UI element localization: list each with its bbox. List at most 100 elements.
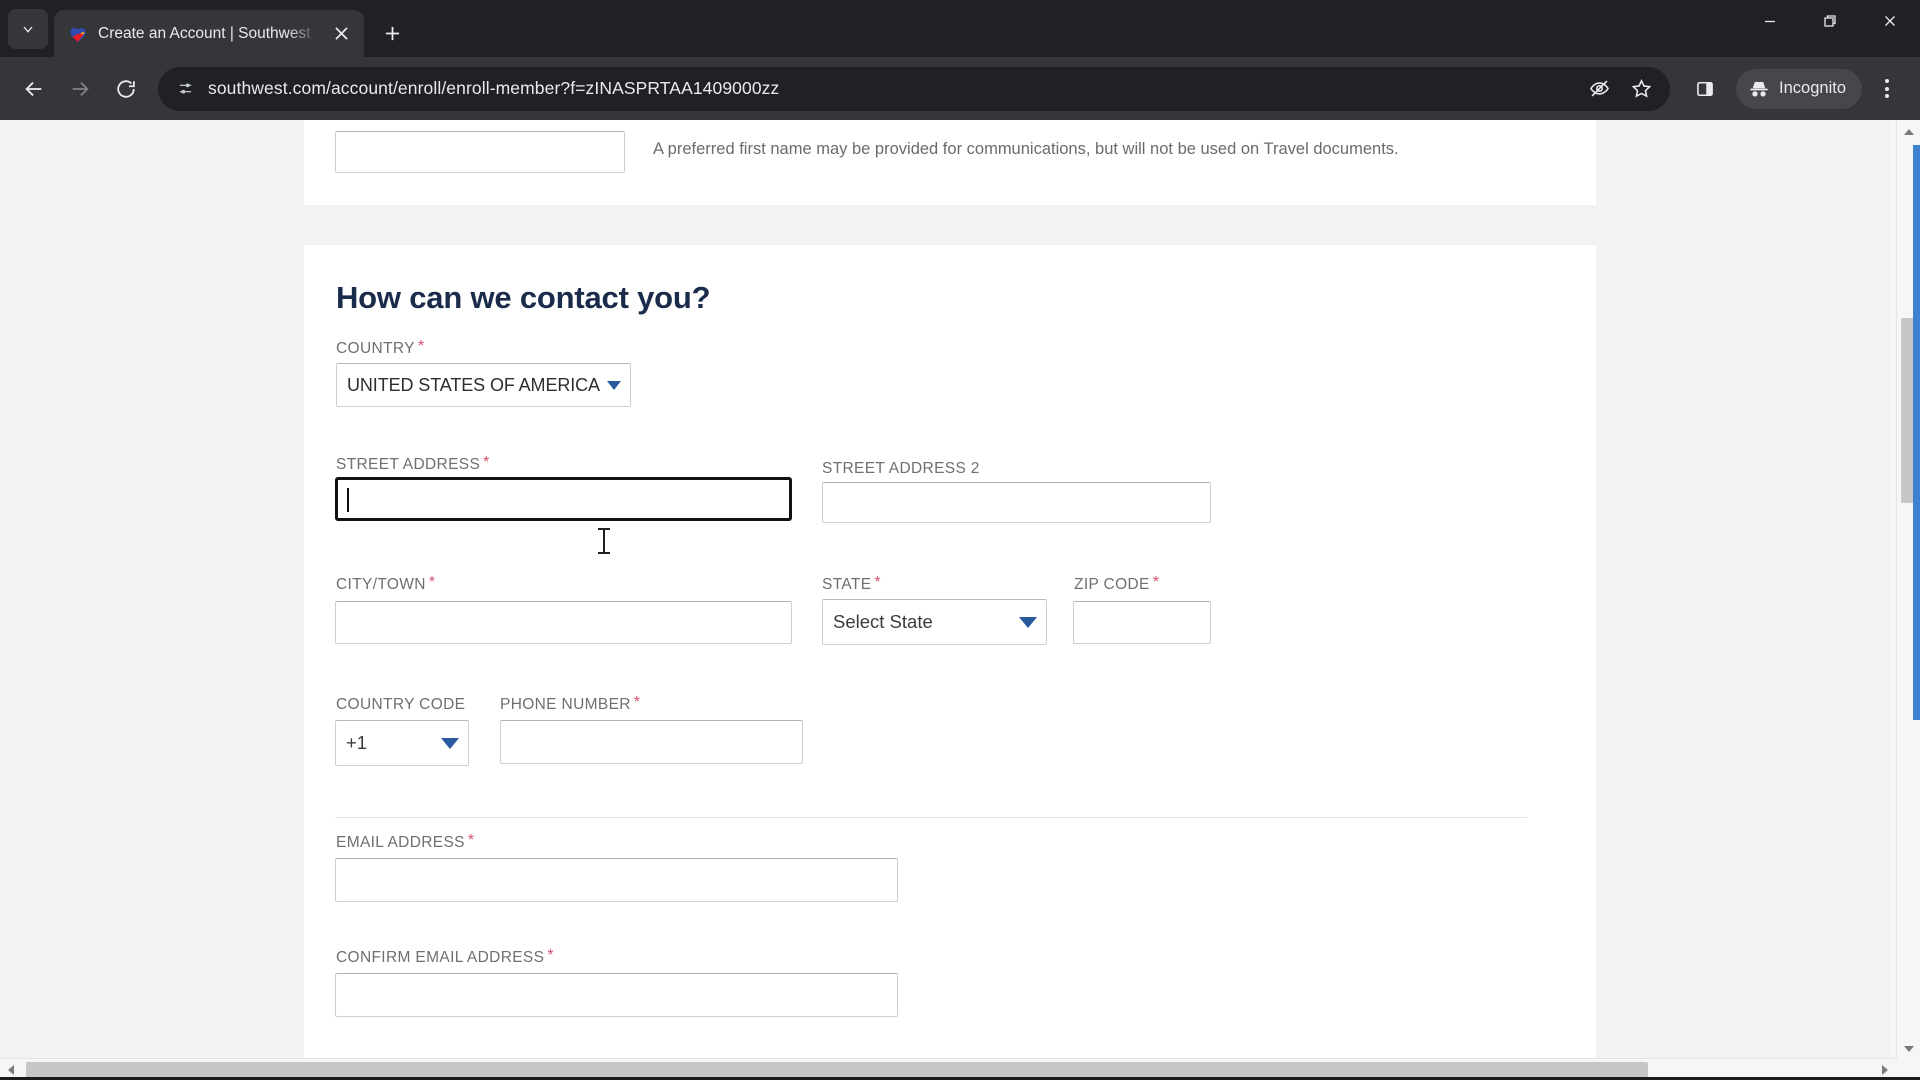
page-focus-indicator: [1913, 145, 1920, 720]
site-info-button[interactable]: [172, 76, 198, 102]
email-address-input[interactable]: [335, 858, 898, 902]
zip-code-input[interactable]: [1073, 601, 1211, 644]
kebab-dot: [1885, 86, 1889, 91]
required-asterisk: *: [874, 574, 881, 591]
country-code-label-text: COUNTRY CODE: [336, 696, 466, 713]
street-address-input[interactable]: [335, 477, 792, 521]
search-tabs-button[interactable]: [8, 9, 48, 49]
required-asterisk: *: [417, 338, 425, 355]
tab-strip: Create an Account | Southwest: [0, 0, 1920, 57]
restore-icon: [1824, 15, 1836, 27]
chevron-down-icon: [441, 737, 459, 749]
country-label: COUNTRY *: [336, 338, 424, 358]
tune-sliders-icon: [179, 83, 191, 94]
caret-up-icon: [1904, 128, 1914, 135]
street-address-label-text: STREET ADDRESS: [336, 456, 481, 473]
confirm-email-address-input[interactable]: [335, 973, 898, 1017]
horizontal-scrollbar-thumb[interactable]: [26, 1062, 1648, 1078]
scroll-down-button[interactable]: [1897, 1037, 1920, 1060]
address-bar[interactable]: southwest.com/account/enroll/enroll-memb…: [158, 66, 1671, 111]
incognito-hat-icon: [1750, 81, 1768, 97]
phone-number-label: PHONE NUMBER *: [500, 694, 640, 714]
tracking-protection-button[interactable]: [1580, 70, 1618, 108]
preferred-name-hint: A preferred first name may be provided f…: [653, 140, 1399, 158]
state-select-value: Select State: [833, 611, 933, 632]
required-asterisk: *: [1152, 574, 1160, 591]
page-body: A preferred first name may be provided f…: [0, 120, 1890, 1061]
star-icon: [1631, 78, 1651, 98]
close-icon: [1885, 16, 1895, 26]
required-asterisk: *: [547, 947, 554, 964]
plus-icon: [385, 26, 399, 40]
back-button[interactable]: [12, 67, 56, 111]
southwest-heart-icon: [68, 24, 88, 44]
minimize-icon: [1765, 20, 1775, 23]
country-label-text: COUNTRY: [336, 340, 415, 357]
caret-right-icon: [1882, 1064, 1888, 1075]
reload-button[interactable]: [104, 67, 148, 111]
required-asterisk: *: [428, 574, 436, 591]
chevron-down-icon: [23, 26, 33, 33]
phone-number-input[interactable]: [500, 720, 803, 764]
zip-code-label-text: ZIP CODE: [1074, 576, 1150, 593]
text-caret: [347, 488, 349, 512]
country-code-label: COUNTRY CODE: [336, 694, 468, 714]
email-address-label: EMAIL ADDRESS *: [336, 832, 474, 852]
phone-number-label-text: PHONE NUMBER: [500, 696, 631, 713]
chevron-down-icon: [1019, 616, 1037, 628]
state-label-text: STATE: [822, 576, 872, 593]
caret-down-icon: [1904, 1045, 1914, 1052]
confirm-email-address-label: CONFIRM EMAIL ADDRESS *: [336, 947, 554, 967]
required-asterisk: *: [633, 694, 641, 711]
country-code-select[interactable]: +1: [335, 720, 469, 766]
eye-slash-icon: [1589, 80, 1609, 97]
bookmark-button[interactable]: [1622, 70, 1660, 108]
country-select-value: UNITED STATES OF AMERICA: [347, 374, 600, 395]
side-panel-button[interactable]: [1684, 68, 1726, 110]
side-panel-icon: [1697, 81, 1713, 96]
street-address-2-label: STREET ADDRESS 2: [822, 458, 983, 478]
street-address-2-input[interactable]: [822, 482, 1211, 523]
kebab-dot: [1885, 94, 1889, 98]
close-window-button[interactable]: [1860, 0, 1920, 42]
window-controls: [1740, 0, 1920, 42]
section-divider: [335, 817, 1527, 818]
restore-button[interactable]: [1800, 0, 1860, 42]
zip-code-label: ZIP CODE *: [1074, 574, 1159, 594]
incognito-label: Incognito: [1779, 79, 1846, 97]
new-tab-button[interactable]: [374, 15, 410, 51]
browser-window: Create an Account | Southwest southwest.…: [0, 0, 1920, 1080]
required-asterisk: *: [483, 454, 490, 471]
omnibox-actions: [1580, 70, 1664, 108]
city-town-input[interactable]: [335, 601, 792, 644]
browser-tab[interactable]: Create an Account | Southwest: [54, 10, 364, 57]
street-address-label: STREET ADDRESS *: [336, 454, 490, 474]
kebab-dot: [1885, 79, 1889, 83]
tab-close-button[interactable]: [328, 21, 354, 47]
chevron-down-icon: [607, 380, 621, 390]
page-title: How can we contact you?: [336, 280, 711, 315]
street-address-2-label-text: STREET ADDRESS 2: [822, 460, 980, 477]
url-text: southwest.com/account/enroll/enroll-memb…: [208, 78, 780, 98]
email-address-label-text: EMAIL ADDRESS: [336, 834, 465, 851]
preferred-name-card: A preferred first name may be provided f…: [304, 120, 1596, 205]
confirm-email-address-label-text: CONFIRM EMAIL ADDRESS: [336, 949, 545, 966]
incognito-indicator[interactable]: Incognito: [1736, 68, 1862, 109]
arrow-left-icon: [25, 81, 42, 96]
reload-icon: [117, 79, 135, 98]
city-town-label: CITY/TOWN *: [336, 574, 435, 594]
scroll-up-button[interactable]: [1897, 120, 1920, 143]
minimize-button[interactable]: [1740, 0, 1800, 42]
country-select[interactable]: UNITED STATES OF AMERICA: [336, 363, 631, 407]
preferred-first-name-input[interactable]: [335, 131, 625, 173]
tab-title: Create an Account | Southwest: [98, 24, 311, 42]
arrow-right-icon: [72, 81, 89, 96]
state-label: STATE *: [822, 574, 881, 594]
caret-left-icon: [8, 1064, 14, 1075]
close-icon: [334, 27, 348, 40]
state-select[interactable]: Select State: [822, 599, 1047, 645]
browser-menu-button[interactable]: [1866, 67, 1908, 111]
browser-toolbar: southwest.com/account/enroll/enroll-memb…: [0, 57, 1920, 120]
forward-button[interactable]: [58, 67, 102, 111]
page-viewport: A preferred first name may be provided f…: [0, 120, 1920, 1080]
